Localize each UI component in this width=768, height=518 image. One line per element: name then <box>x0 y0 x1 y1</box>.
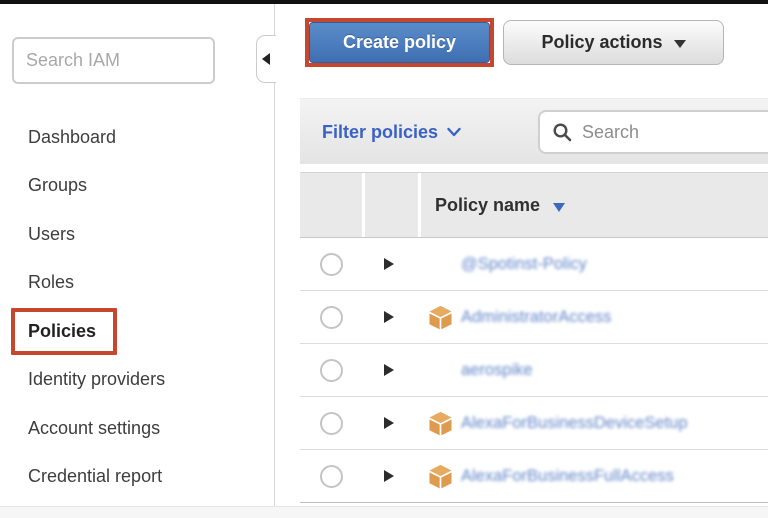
radio-cell <box>300 253 362 276</box>
sidebar-item-policies[interactable]: Policies <box>0 307 274 356</box>
policy-actions-button[interactable]: Policy actions <box>503 20 724 65</box>
chevron-down-icon <box>447 127 461 137</box>
policy-search-box <box>538 110 768 154</box>
filter-policies-dropdown[interactable]: Filter policies <box>322 99 461 165</box>
header-policy-name-column[interactable]: Policy name <box>421 173 768 237</box>
policies-panel: Filter policies Policy name <box>300 98 768 504</box>
policy-table-row: aerospike <box>300 344 768 397</box>
expander-cell <box>362 311 415 323</box>
sidebar-item-label: Policies <box>11 308 117 355</box>
policy-name-header-label: Policy name <box>435 195 540 216</box>
iam-console-screen: Dashboard Groups Users Roles Policies Id… <box>0 0 768 518</box>
iam-search-input[interactable] <box>12 37 215 84</box>
sidebar-item-groups[interactable]: Groups <box>0 162 274 211</box>
row-radio-button[interactable] <box>320 253 343 276</box>
policy-name-cell: @Spotinst-Policy <box>415 252 768 277</box>
sidebar-item-dashboard[interactable]: Dashboard <box>0 113 274 162</box>
policy-actions-label: Policy actions <box>541 32 662 53</box>
filter-policies-label: Filter policies <box>322 122 438 143</box>
expander-cell <box>362 417 415 429</box>
policy-table-row: AlexaForBusinessFullAccess <box>300 450 768 503</box>
aws-managed-policy-icon <box>428 464 453 489</box>
radio-cell <box>300 412 362 435</box>
sort-desc-icon <box>553 203 565 212</box>
create-policy-highlight-box: Create policy <box>305 18 494 67</box>
policy-name-cell: aerospike <box>415 358 768 383</box>
expander-cell <box>362 470 415 482</box>
policy-name-link[interactable]: AdministratorAccess <box>461 308 611 327</box>
sidebar-item-label: Credential report <box>28 466 162 487</box>
radio-cell <box>300 465 362 488</box>
aws-managed-policy-icon <box>428 305 453 330</box>
aws-managed-policy-icon <box>428 411 453 436</box>
table-header: Policy name <box>300 172 768 238</box>
sidebar-item-label: Roles <box>28 272 74 293</box>
create-policy-button[interactable]: Create policy <box>309 22 490 63</box>
policy-name-link[interactable]: @Spotinst-Policy <box>461 255 587 274</box>
sidebar-item-label: Groups <box>28 175 87 196</box>
header-expand-column <box>365 173 418 237</box>
footer-strip <box>0 506 768 518</box>
radio-cell <box>300 359 362 382</box>
policy-name-cell: AdministratorAccess <box>415 305 768 330</box>
policy-name-cell: AlexaForBusinessDeviceSetup <box>415 411 768 436</box>
sidebar-item-label: Dashboard <box>28 127 116 148</box>
sidebar-item-credential-report[interactable]: Credential report <box>0 453 274 502</box>
caret-down-icon <box>674 40 686 48</box>
radio-cell <box>300 306 362 329</box>
policy-name-link[interactable]: AlexaForBusinessFullAccess <box>461 467 674 486</box>
policy-table-row: AdministratorAccess <box>300 291 768 344</box>
expand-row-icon[interactable] <box>384 258 394 270</box>
sidebar-item-identity-providers[interactable]: Identity providers <box>0 356 274 405</box>
policy-table-row: AlexaForBusinessDeviceSetup <box>300 397 768 450</box>
row-radio-button[interactable] <box>320 412 343 435</box>
sidebar-item-users[interactable]: Users <box>0 210 274 259</box>
filter-bar: Filter policies <box>300 98 768 164</box>
sidebar-item-label: Users <box>28 224 75 245</box>
header-select-column <box>300 173 362 237</box>
row-radio-button[interactable] <box>320 359 343 382</box>
expand-row-icon[interactable] <box>384 364 394 376</box>
policy-search-input[interactable] <box>582 122 768 143</box>
expand-row-icon[interactable] <box>384 417 394 429</box>
row-radio-button[interactable] <box>320 465 343 488</box>
sidebar-item-label: Account settings <box>28 418 160 439</box>
sidebar-item-account-settings[interactable]: Account settings <box>0 404 274 453</box>
policy-table-row: @Spotinst-Policy <box>300 238 768 291</box>
sidebar-item-roles[interactable]: Roles <box>0 259 274 308</box>
sidebar-collapse-tab[interactable] <box>256 35 276 83</box>
sidebar-nav: Dashboard Groups Users Roles Policies Id… <box>0 113 274 501</box>
expander-cell <box>362 364 415 376</box>
collapse-left-icon <box>262 53 270 65</box>
sidebar-item-label: Identity providers <box>28 369 165 390</box>
policy-rows: @Spotinst-Policy AdministratorAccess <box>300 238 768 503</box>
row-radio-button[interactable] <box>320 306 343 329</box>
search-icon <box>552 122 573 143</box>
policy-name-cell: AlexaForBusinessFullAccess <box>415 464 768 489</box>
policy-name-link[interactable]: AlexaForBusinessDeviceSetup <box>461 414 688 433</box>
expand-row-icon[interactable] <box>384 311 394 323</box>
expand-row-icon[interactable] <box>384 470 394 482</box>
sidebar: Dashboard Groups Users Roles Policies Id… <box>0 4 274 506</box>
expander-cell <box>362 258 415 270</box>
policy-name-link[interactable]: aerospike <box>461 361 533 380</box>
